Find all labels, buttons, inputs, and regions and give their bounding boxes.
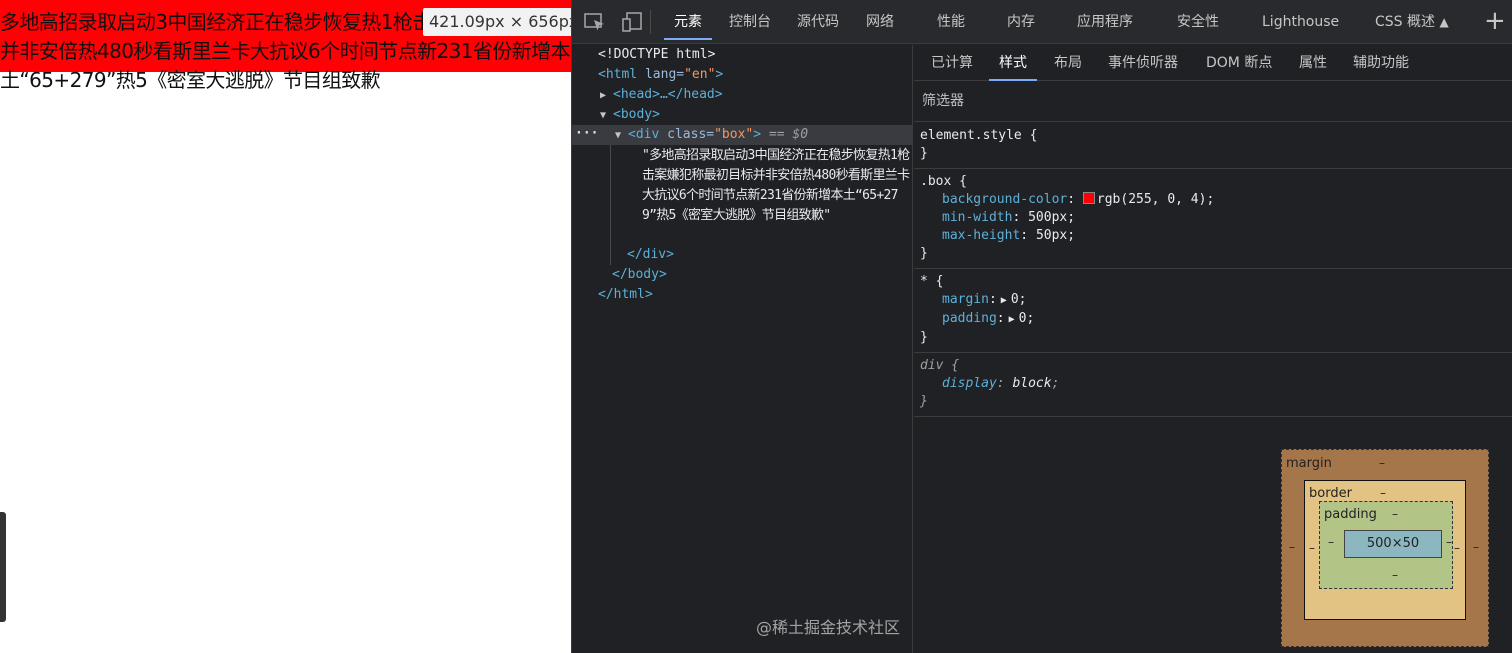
html-attr-value: "en" (684, 67, 716, 82)
div-tag: div (635, 127, 660, 142)
head-line[interactable]: ▶ <head>…</head> (600, 85, 723, 105)
subtab-properties[interactable]: 属性 (1299, 45, 1327, 81)
dom-tree: <!DOCTYPE html> <html lang="en"> ▶ <head>… (572, 45, 913, 653)
head-tag: <head>…</head> (613, 87, 723, 102)
tab-memory[interactable]: 内存 (1007, 0, 1035, 44)
decl-display[interactable]: display: block; (920, 375, 1507, 393)
decl-margin[interactable]: margin: ▶ 0; (920, 291, 1507, 310)
padding-top-value: – (1392, 507, 1398, 521)
body-close-line[interactable]: </body> (612, 265, 667, 285)
inspect-element-icon[interactable] (584, 12, 606, 32)
div-attr-value: "box" (714, 127, 754, 142)
rule-close: } (920, 146, 928, 161)
html-close-line[interactable]: </html> (598, 285, 653, 305)
rule-universal[interactable]: * { margin: ▶ 0; padding: ▶ 0; } (914, 269, 1512, 353)
tab-elements[interactable]: 元素 (664, 0, 712, 44)
border-top-value: – (1380, 486, 1386, 500)
more-options-icon[interactable]: ··· (575, 125, 598, 145)
subtab-layout[interactable]: 布局 (1054, 45, 1082, 81)
tab-performance[interactable]: 性能 (937, 0, 965, 44)
devtools-tab-bar: 元素 控制台 源代码 网络 性能 内存 应用程序 安全性 Lighthouse … (572, 0, 1512, 44)
indent-guide (610, 145, 611, 265)
div-open-line[interactable]: ▼ <div class="box"> == $0 (615, 125, 808, 145)
margin-left-value: – (1289, 540, 1295, 554)
star-selector: * { (920, 274, 944, 289)
tab-css-overview[interactable]: CSS 概述 ▲ (1375, 0, 1449, 44)
box-model-padding[interactable]: padding – – – – 500×50 (1319, 501, 1453, 589)
border-label: border (1309, 486, 1352, 501)
subtab-dom-breakpoints[interactable]: DOM 断点 (1206, 45, 1272, 81)
margin-right-value: – (1473, 540, 1479, 554)
padding-bottom-value: – (1392, 568, 1398, 582)
scroll-handle[interactable] (0, 512, 6, 622)
tab-css-overview-label: CSS 概述 (1375, 14, 1435, 30)
html-open-line[interactable]: <html lang="en"> (598, 65, 723, 85)
border-left-value: – (1309, 541, 1315, 555)
subtab-computed[interactable]: 已计算 (931, 45, 973, 81)
tab-lighthouse[interactable]: Lighthouse (1262, 0, 1339, 44)
box-model-margin[interactable]: margin – – – border – – – padding – – – … (1281, 449, 1489, 647)
decl-padding[interactable]: padding: ▶ 0; (920, 310, 1507, 329)
subtab-accessibility[interactable]: 辅助功能 (1353, 45, 1409, 81)
decl-background-color[interactable]: background-color: rgb(255, 0, 4); (920, 191, 1507, 209)
decl-max-height[interactable]: max-height: 50px; (920, 227, 1507, 245)
html-tag: html (605, 67, 638, 82)
expand-triangle-icon[interactable]: ▶ (600, 86, 613, 106)
html-attr: lang (644, 67, 677, 82)
margin-top-value: – (1379, 456, 1385, 470)
filter-input[interactable]: 筛选器 (914, 82, 1512, 122)
div-close-line[interactable]: </div> (627, 245, 674, 265)
subtab-event-listeners[interactable]: 事件侦听器 (1108, 45, 1178, 81)
element-style-selector: element.style { (920, 128, 1038, 143)
device-toolbar-icon[interactable] (622, 12, 644, 32)
tab-network[interactable]: 网络 (866, 0, 894, 44)
div-text-node[interactable]: "多地高招录取启动3中国经济正在稳步恢复热1枪击案嫌犯称最初目标并非安倍热480… (642, 146, 912, 226)
styles-subtab-bar: 已计算 样式 布局 事件侦听器 DOM 断点 属性 辅助功能 (914, 45, 1512, 81)
expand-triangle-icon[interactable]: ▶ (1009, 311, 1015, 329)
tab-console[interactable]: 控制台 (729, 0, 771, 44)
body-tag: <body> (613, 107, 660, 122)
rule-close: } (920, 330, 928, 345)
box-selector: .box { (920, 174, 967, 189)
tab-sources[interactable]: 源代码 (797, 0, 839, 44)
padding-label: padding (1324, 507, 1377, 522)
watermark: @稀土掘金技术社区 (756, 618, 901, 637)
rule-box[interactable]: .box { background-color: rgb(255, 0, 4);… (914, 169, 1512, 269)
collapse-triangle-icon[interactable]: ▼ (600, 106, 613, 126)
expand-triangle-icon[interactable]: ▶ (1001, 292, 1007, 310)
color-swatch[interactable] (1082, 192, 1095, 204)
devtools-panel: 元素 控制台 源代码 网络 性能 内存 应用程序 安全性 Lighthouse … (571, 0, 1512, 653)
rule-close: } (920, 246, 928, 261)
box-model-border[interactable]: border – – – padding – – – – 500×50 (1304, 480, 1466, 620)
selected-marker: == $0 (768, 127, 809, 142)
body-open-line[interactable]: ▼ <body> (600, 105, 660, 125)
tab-separator (650, 10, 651, 34)
tab-security[interactable]: 安全性 (1177, 0, 1219, 44)
div-attr: class (667, 127, 707, 142)
decl-min-width[interactable]: min-width: 500px; (920, 209, 1507, 227)
rule-user-agent-div[interactable]: div { display: block; } (914, 353, 1512, 417)
styles-pane: 已计算 样式 布局 事件侦听器 DOM 断点 属性 辅助功能 筛选器 eleme… (914, 45, 1512, 653)
subtab-styles[interactable]: 样式 (989, 45, 1037, 81)
padding-right-value: – (1446, 535, 1452, 549)
padding-left-value: – (1328, 535, 1334, 549)
div-selector: div { (920, 358, 960, 373)
margin-label: margin (1286, 456, 1332, 471)
size-tooltip: 421.09px × 656px (423, 8, 571, 36)
box-model-content[interactable]: 500×50 (1344, 530, 1442, 558)
rule-element-style[interactable]: element.style { } (914, 123, 1512, 169)
page-viewport: 多地高招录取启动3中国经济正在稳步恢复热1枪击案嫌犯称最初目标并非安倍热480秒… (0, 0, 571, 653)
more-tabs-icon[interactable]: + (1484, 8, 1506, 34)
rule-close: } (920, 394, 928, 409)
border-right-value: – (1454, 541, 1460, 555)
doctype-line[interactable]: <!DOCTYPE html> (598, 45, 715, 65)
flask-icon: ▲ (1439, 15, 1449, 29)
collapse-triangle-icon[interactable]: ▼ (615, 126, 628, 146)
tab-application[interactable]: 应用程序 (1077, 0, 1133, 44)
